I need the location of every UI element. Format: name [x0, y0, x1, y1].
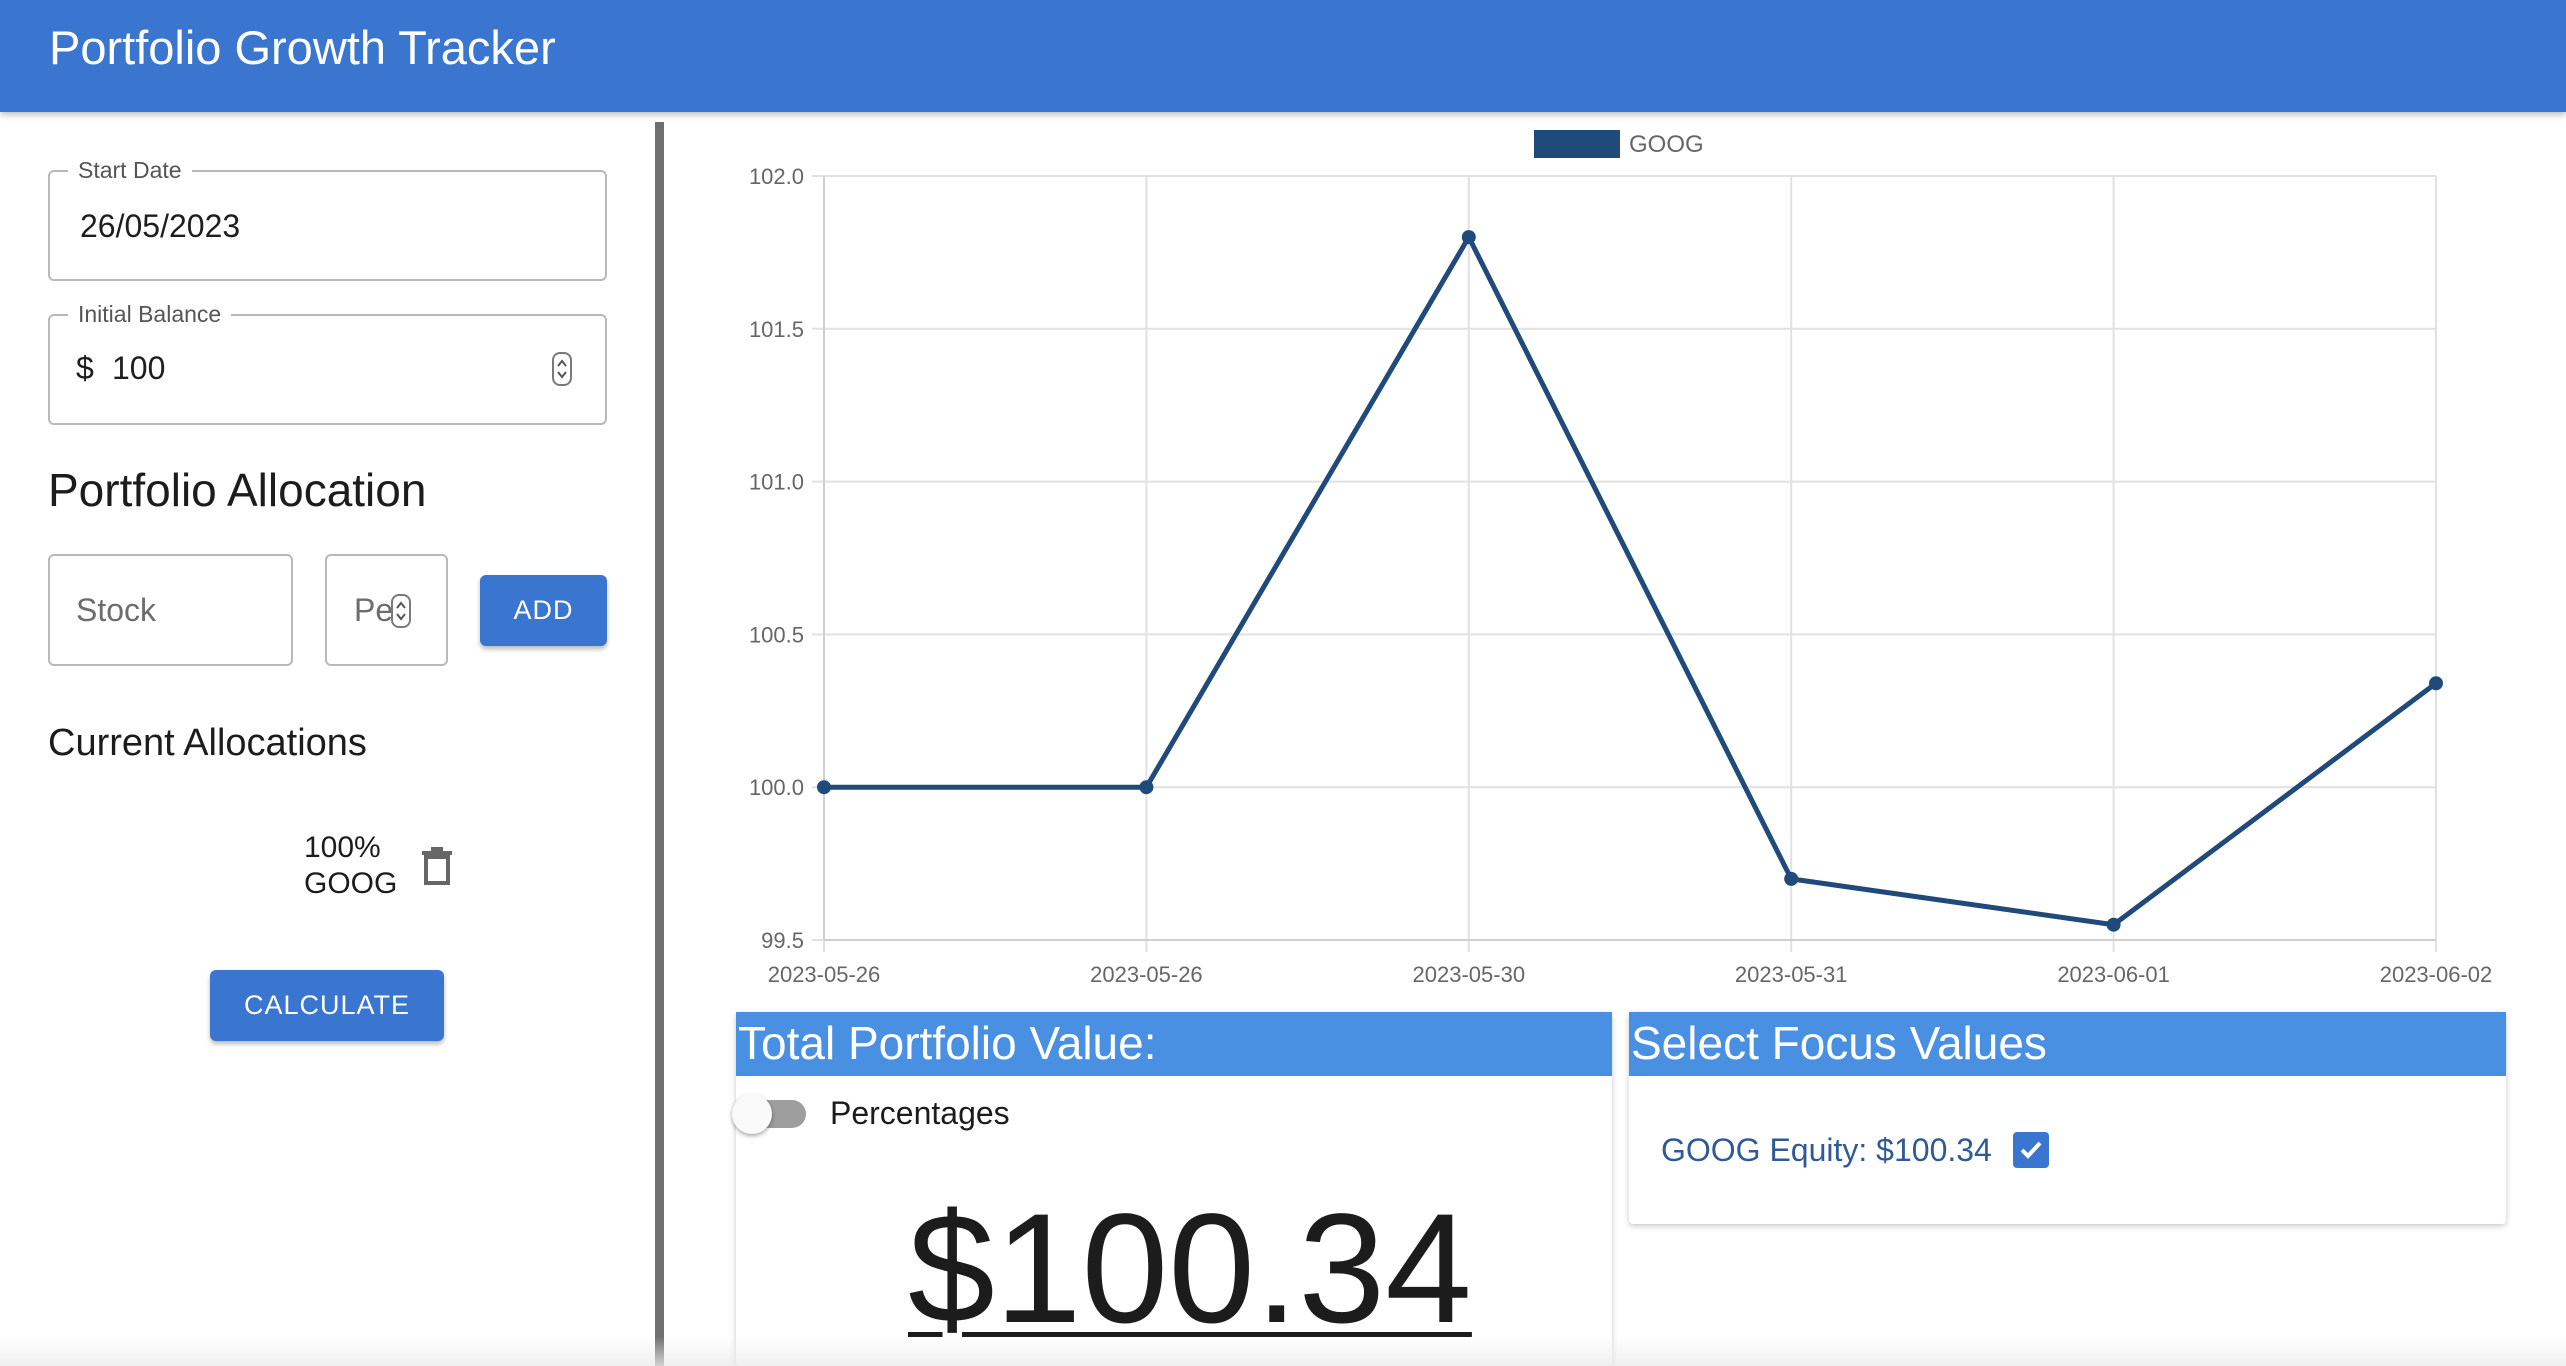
- trash-icon[interactable]: [420, 846, 454, 891]
- x-tick-label: 2023-05-26: [768, 962, 881, 987]
- data-point: [1784, 871, 1799, 886]
- y-tick-label: 100.0: [749, 775, 804, 800]
- current-allocations-title: Current Allocations: [48, 722, 367, 764]
- allocation-ticker: GOOG: [304, 867, 398, 900]
- data-point: [2429, 676, 2443, 691]
- stock-placeholder: Stock: [76, 592, 157, 628]
- x-tick-label: 2023-05-26: [1090, 962, 1203, 987]
- bottom-shadow: [0, 1336, 2566, 1366]
- focus-item-checkbox[interactable]: [2013, 1132, 2049, 1168]
- percent-input[interactable]: Pe: [325, 554, 448, 666]
- legend-swatch: [1534, 130, 1620, 158]
- data-point: [1461, 230, 1476, 245]
- x-tick-label: 2023-06-02: [2380, 962, 2493, 987]
- total-portfolio-value: $100.34: [908, 1182, 1472, 1356]
- legend-label: GOOG: [1629, 131, 1704, 158]
- balance-stepper[interactable]: [552, 352, 572, 386]
- panel-divider: [655, 122, 664, 1366]
- app-bar: Portfolio Growth Tracker: [0, 0, 2566, 112]
- data-point: [1139, 780, 1154, 795]
- x-tick-label: 2023-06-01: [2057, 962, 2170, 987]
- app-title: Portfolio Growth Tracker: [49, 21, 556, 74]
- start-date-value[interactable]: 26/05/2023: [80, 208, 240, 244]
- percent-stepper[interactable]: [391, 594, 411, 628]
- start-date-label: Start Date: [68, 157, 192, 183]
- portfolio-allocation-title: Portfolio Allocation: [48, 464, 427, 516]
- initial-balance-field[interactable]: Initial Balance $ 100: [48, 301, 607, 425]
- initial-balance-label: Initial Balance: [68, 301, 232, 327]
- start-date-field[interactable]: Start Date 26/05/2023: [48, 157, 607, 281]
- y-tick-label: 102.0: [749, 164, 804, 189]
- focus-item-label: GOOG Equity: $100.34: [1661, 1132, 1992, 1168]
- percentages-toggle-label: Percentages: [830, 1095, 1010, 1131]
- y-tick-label: 101.0: [749, 470, 804, 495]
- check-icon: [2020, 1141, 2042, 1159]
- y-tick-label: 99.5: [761, 928, 804, 953]
- x-tick-label: 2023-05-30: [1413, 962, 1526, 987]
- y-tick-label: 100.5: [749, 622, 804, 647]
- series-line-goog: [824, 234, 2438, 928]
- focus-values-title: Select Focus Values: [1629, 1012, 2506, 1076]
- line-chart: 102.0 101.5 101.0 100.5 100.0 99.5 2023-05-26 2…: [749, 164, 2493, 987]
- allocation-item: 100% GOOG: [304, 830, 397, 902]
- percent-placeholder: Pe: [354, 592, 394, 628]
- total-value-title: Total Portfolio Value:: [736, 1012, 1612, 1076]
- data-point: [2106, 917, 2121, 932]
- calculate-button[interactable]: CALCULATE: [210, 970, 444, 1041]
- focus-values-card: Select Focus Values: [1629, 1012, 2506, 1224]
- data-point: [817, 780, 831, 795]
- currency-symbol: $: [76, 350, 94, 386]
- percentages-toggle-thumb[interactable]: [732, 1094, 772, 1134]
- stock-input[interactable]: Stock: [48, 554, 293, 666]
- allocation-percent: 100%: [304, 831, 381, 864]
- initial-balance-value[interactable]: 100: [112, 350, 165, 386]
- y-tick-label: 101.5: [749, 317, 804, 342]
- x-tick-label: 2023-05-31: [1735, 962, 1848, 987]
- add-button[interactable]: ADD: [480, 575, 607, 646]
